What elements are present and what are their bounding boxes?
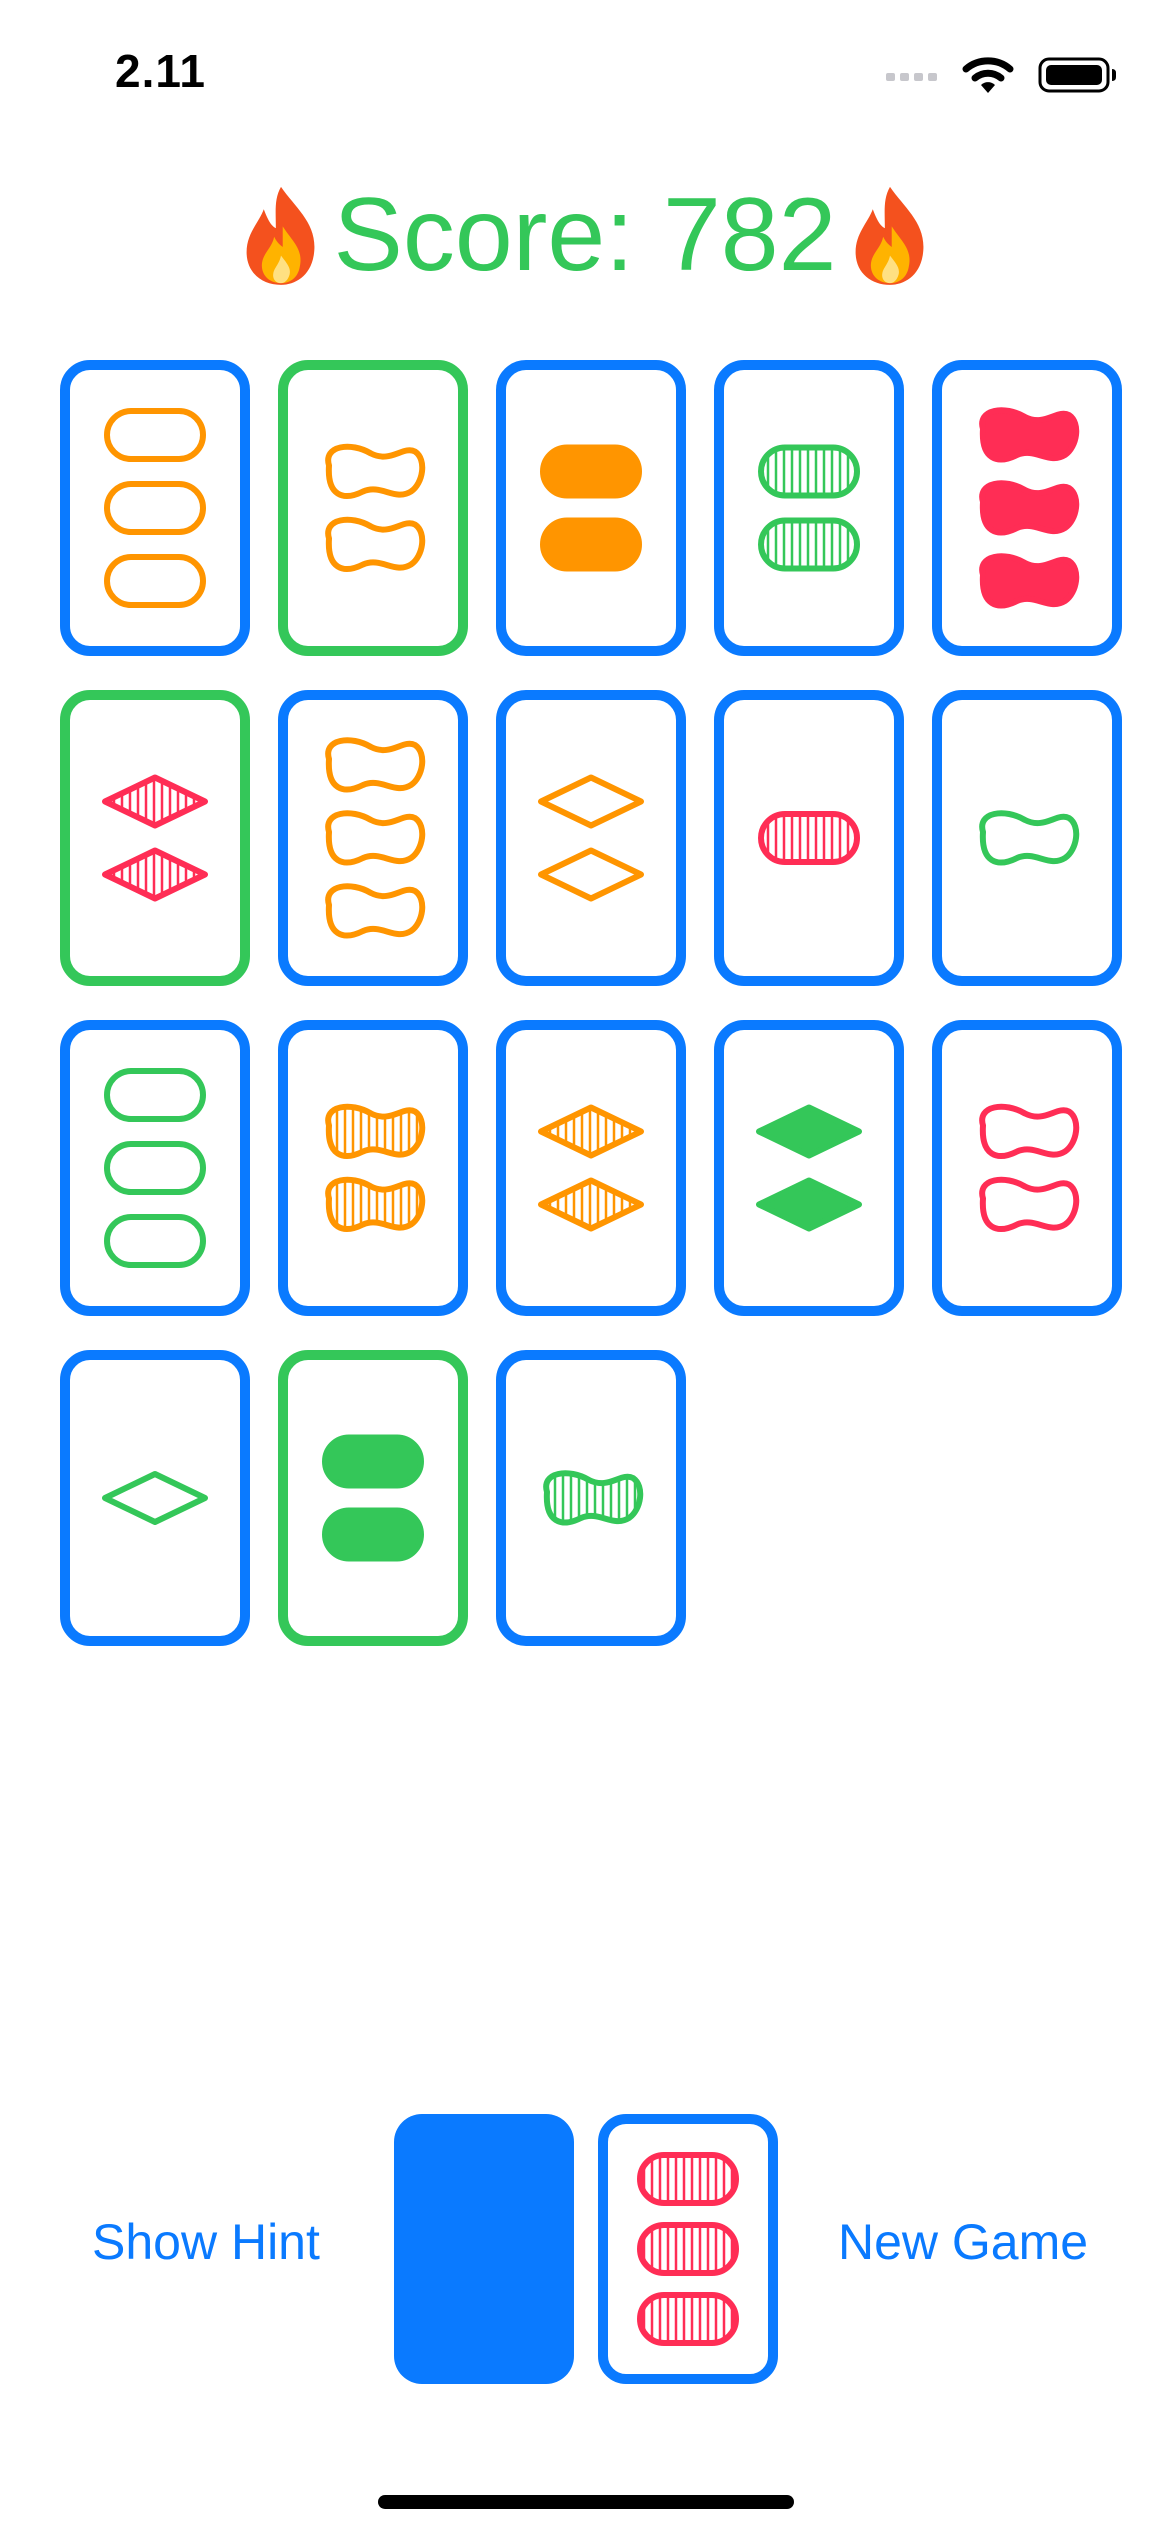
green-open-oval-symbol bbox=[104, 1214, 206, 1268]
orange-solid-oval-symbol bbox=[540, 444, 642, 499]
green-open-squiggle-symbol bbox=[979, 810, 1080, 866]
red-open-squiggle-symbol bbox=[979, 1176, 1080, 1232]
orange-open-diamond-symbol bbox=[538, 847, 644, 902]
bottom-bar: Show Hint New Game bbox=[0, 2100, 1170, 2400]
green-solid-oval-symbol bbox=[322, 1507, 424, 1562]
green-open-oval-symbol bbox=[104, 1068, 206, 1122]
green-solid-diamond-symbol bbox=[756, 1104, 862, 1159]
game-card[interactable] bbox=[496, 690, 686, 986]
deck-pile[interactable] bbox=[394, 2114, 574, 2384]
orange-open-oval-symbol bbox=[104, 408, 206, 462]
red-striped-oval-symbol bbox=[637, 2292, 739, 2346]
red-striped-oval-symbol bbox=[637, 2222, 739, 2276]
game-card[interactable] bbox=[496, 360, 686, 656]
game-card[interactable] bbox=[714, 1020, 904, 1316]
orange-open-squiggle-symbol bbox=[325, 443, 426, 499]
game-card[interactable] bbox=[60, 1350, 250, 1646]
show-hint-button[interactable]: Show Hint bbox=[92, 2213, 320, 2271]
green-solid-diamond-symbol bbox=[756, 1177, 862, 1232]
red-open-squiggle-symbol bbox=[979, 1103, 1080, 1159]
game-card[interactable] bbox=[60, 360, 250, 656]
red-striped-oval-symbol bbox=[758, 811, 860, 865]
game-card[interactable] bbox=[932, 360, 1122, 656]
game-card[interactable] bbox=[278, 690, 468, 986]
green-open-diamond-symbol bbox=[102, 1471, 208, 1525]
game-card[interactable] bbox=[496, 1350, 686, 1646]
orange-striped-squiggle-symbol bbox=[325, 1176, 426, 1232]
status-bar: 2.11 bbox=[0, 0, 1170, 150]
game-card[interactable] bbox=[278, 1020, 468, 1316]
discard-pile bbox=[598, 2114, 778, 2384]
green-open-oval-symbol bbox=[104, 1141, 206, 1195]
orange-open-squiggle-symbol bbox=[325, 737, 426, 793]
status-icons bbox=[886, 50, 1118, 100]
orange-open-squiggle-symbol bbox=[325, 810, 426, 866]
status-time: 2.11 bbox=[115, 45, 206, 97]
battery-icon bbox=[1038, 57, 1116, 93]
new-game-button[interactable]: New Game bbox=[838, 2213, 1088, 2271]
green-striped-oval-symbol bbox=[758, 444, 860, 499]
score-label: Score: 782 bbox=[333, 177, 837, 293]
card-grid bbox=[60, 360, 1122, 1646]
orange-striped-diamond-symbol bbox=[538, 1104, 644, 1159]
red-striped-oval-symbol bbox=[637, 2152, 739, 2206]
game-card[interactable] bbox=[714, 360, 904, 656]
cellular-signal-icon bbox=[886, 73, 937, 81]
home-indicator bbox=[378, 2495, 794, 2509]
fire-icon bbox=[246, 186, 314, 285]
red-solid-squiggle-symbol bbox=[979, 407, 1080, 463]
red-striped-diamond-symbol bbox=[102, 847, 208, 902]
orange-striped-squiggle-symbol bbox=[325, 1103, 426, 1159]
orange-open-oval-symbol bbox=[104, 554, 206, 608]
red-solid-squiggle-symbol bbox=[979, 480, 1080, 536]
game-card[interactable] bbox=[60, 690, 250, 986]
score-display: Score: 782 bbox=[0, 165, 1170, 305]
game-card[interactable] bbox=[932, 690, 1122, 986]
green-striped-squiggle-symbol bbox=[543, 1470, 644, 1526]
game-card[interactable] bbox=[278, 360, 468, 656]
fire-icon bbox=[855, 186, 923, 285]
orange-open-squiggle-symbol bbox=[325, 516, 426, 572]
orange-striped-diamond-symbol bbox=[538, 1177, 644, 1232]
game-card[interactable] bbox=[932, 1020, 1122, 1316]
orange-open-oval-symbol bbox=[104, 481, 206, 535]
wifi-icon bbox=[962, 57, 1014, 93]
green-striped-oval-symbol bbox=[758, 517, 860, 572]
game-card[interactable] bbox=[278, 1350, 468, 1646]
orange-open-squiggle-symbol bbox=[325, 883, 426, 939]
orange-solid-oval-symbol bbox=[540, 517, 642, 572]
green-solid-oval-symbol bbox=[322, 1434, 424, 1489]
red-striped-diamond-symbol bbox=[102, 774, 208, 829]
orange-open-diamond-symbol bbox=[538, 774, 644, 829]
game-card[interactable] bbox=[60, 1020, 250, 1316]
game-card[interactable] bbox=[496, 1020, 686, 1316]
red-solid-squiggle-symbol bbox=[979, 553, 1080, 609]
game-card[interactable] bbox=[714, 690, 904, 986]
